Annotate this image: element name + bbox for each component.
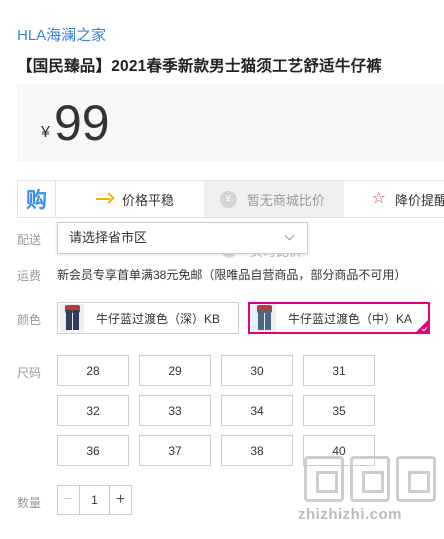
size-option[interactable]: 28 [57, 355, 129, 386]
no-compare-item: ¥ 暂无商城比价 [203, 181, 344, 217]
size-option[interactable]: 37 [139, 435, 211, 466]
quantity-stepper: − 1 + [57, 485, 132, 515]
price-amount: 99 [54, 95, 110, 151]
price-alert-item[interactable]: ☆ 降价提醒 [344, 181, 444, 217]
color-option-dark[interactable]: 牛仔蓝过渡色（深）KB [57, 302, 239, 334]
region-select[interactable]: 请选择省市区 [57, 222, 308, 254]
price-compare-bar: 购 价格平稳 ¥ 暂无商城比价 ☆ 降价提醒 [17, 180, 444, 218]
size-option[interactable]: 36 [57, 435, 129, 466]
star-icon: ☆ [371, 190, 386, 207]
gou-logo: 购 [18, 181, 56, 217]
arrow-right-icon [95, 194, 114, 204]
size-option[interactable]: 30 [221, 355, 293, 386]
size-option[interactable]: 33 [139, 395, 211, 426]
size-option[interactable]: 34 [221, 395, 293, 426]
shipping-label: 运费 [17, 269, 42, 283]
watermark-text: zhizhizhi.com [298, 506, 402, 523]
color-option-label: 牛仔蓝过渡色（深）KB [96, 311, 221, 326]
currency-symbol: ¥ [41, 124, 50, 141]
quantity-input[interactable]: 1 [80, 486, 109, 514]
watermark: zhizhizhi.com [296, 456, 444, 536]
minus-button[interactable]: − [58, 486, 80, 514]
size-option[interactable]: 38 [221, 435, 293, 466]
plus-button[interactable]: + [109, 486, 131, 514]
region-placeholder: 请选择省市区 [69, 230, 148, 245]
size-option[interactable]: 32 [57, 395, 129, 426]
jeans-thumbnail [252, 304, 276, 332]
size-option[interactable]: 29 [139, 355, 211, 386]
color-option-medium[interactable]: 牛仔蓝过渡色（中）KA [248, 302, 430, 334]
shipping-text: 新会员专享首单满38元免邮（限唯品自营商品，部分商品不可用） [57, 268, 407, 282]
promo-label: 降价提醒 [394, 192, 444, 208]
shop-name-link[interactable]: HLA海澜之家 [17, 24, 106, 45]
jeans-thumbnail [60, 304, 84, 332]
size-option[interactable]: 35 [303, 395, 375, 426]
size-label: 尺码 [17, 366, 42, 380]
color-label: 颜色 [17, 313, 42, 327]
product-title: 【国民臻品】2021春季新款男士猫须工艺舒适牛仔裤 [17, 58, 382, 75]
promo-label: 暂无商城比价 [246, 192, 325, 208]
selected-corner-icon [415, 319, 429, 333]
watermark-logo-icon [296, 456, 444, 502]
delivery-label: 配送 [17, 233, 42, 247]
color-option-label: 牛仔蓝过渡色（中）KA [288, 311, 413, 326]
chevron-down-icon [284, 230, 295, 241]
promo-label: 价格平稳 [121, 192, 174, 208]
quantity-label: 数量 [17, 496, 42, 510]
price-panel: ¥ 99 [17, 84, 444, 161]
yen-icon: ¥ [219, 190, 237, 208]
price-stable-item[interactable]: 价格平稳 [56, 181, 204, 217]
size-option[interactable]: 31 [303, 355, 375, 386]
